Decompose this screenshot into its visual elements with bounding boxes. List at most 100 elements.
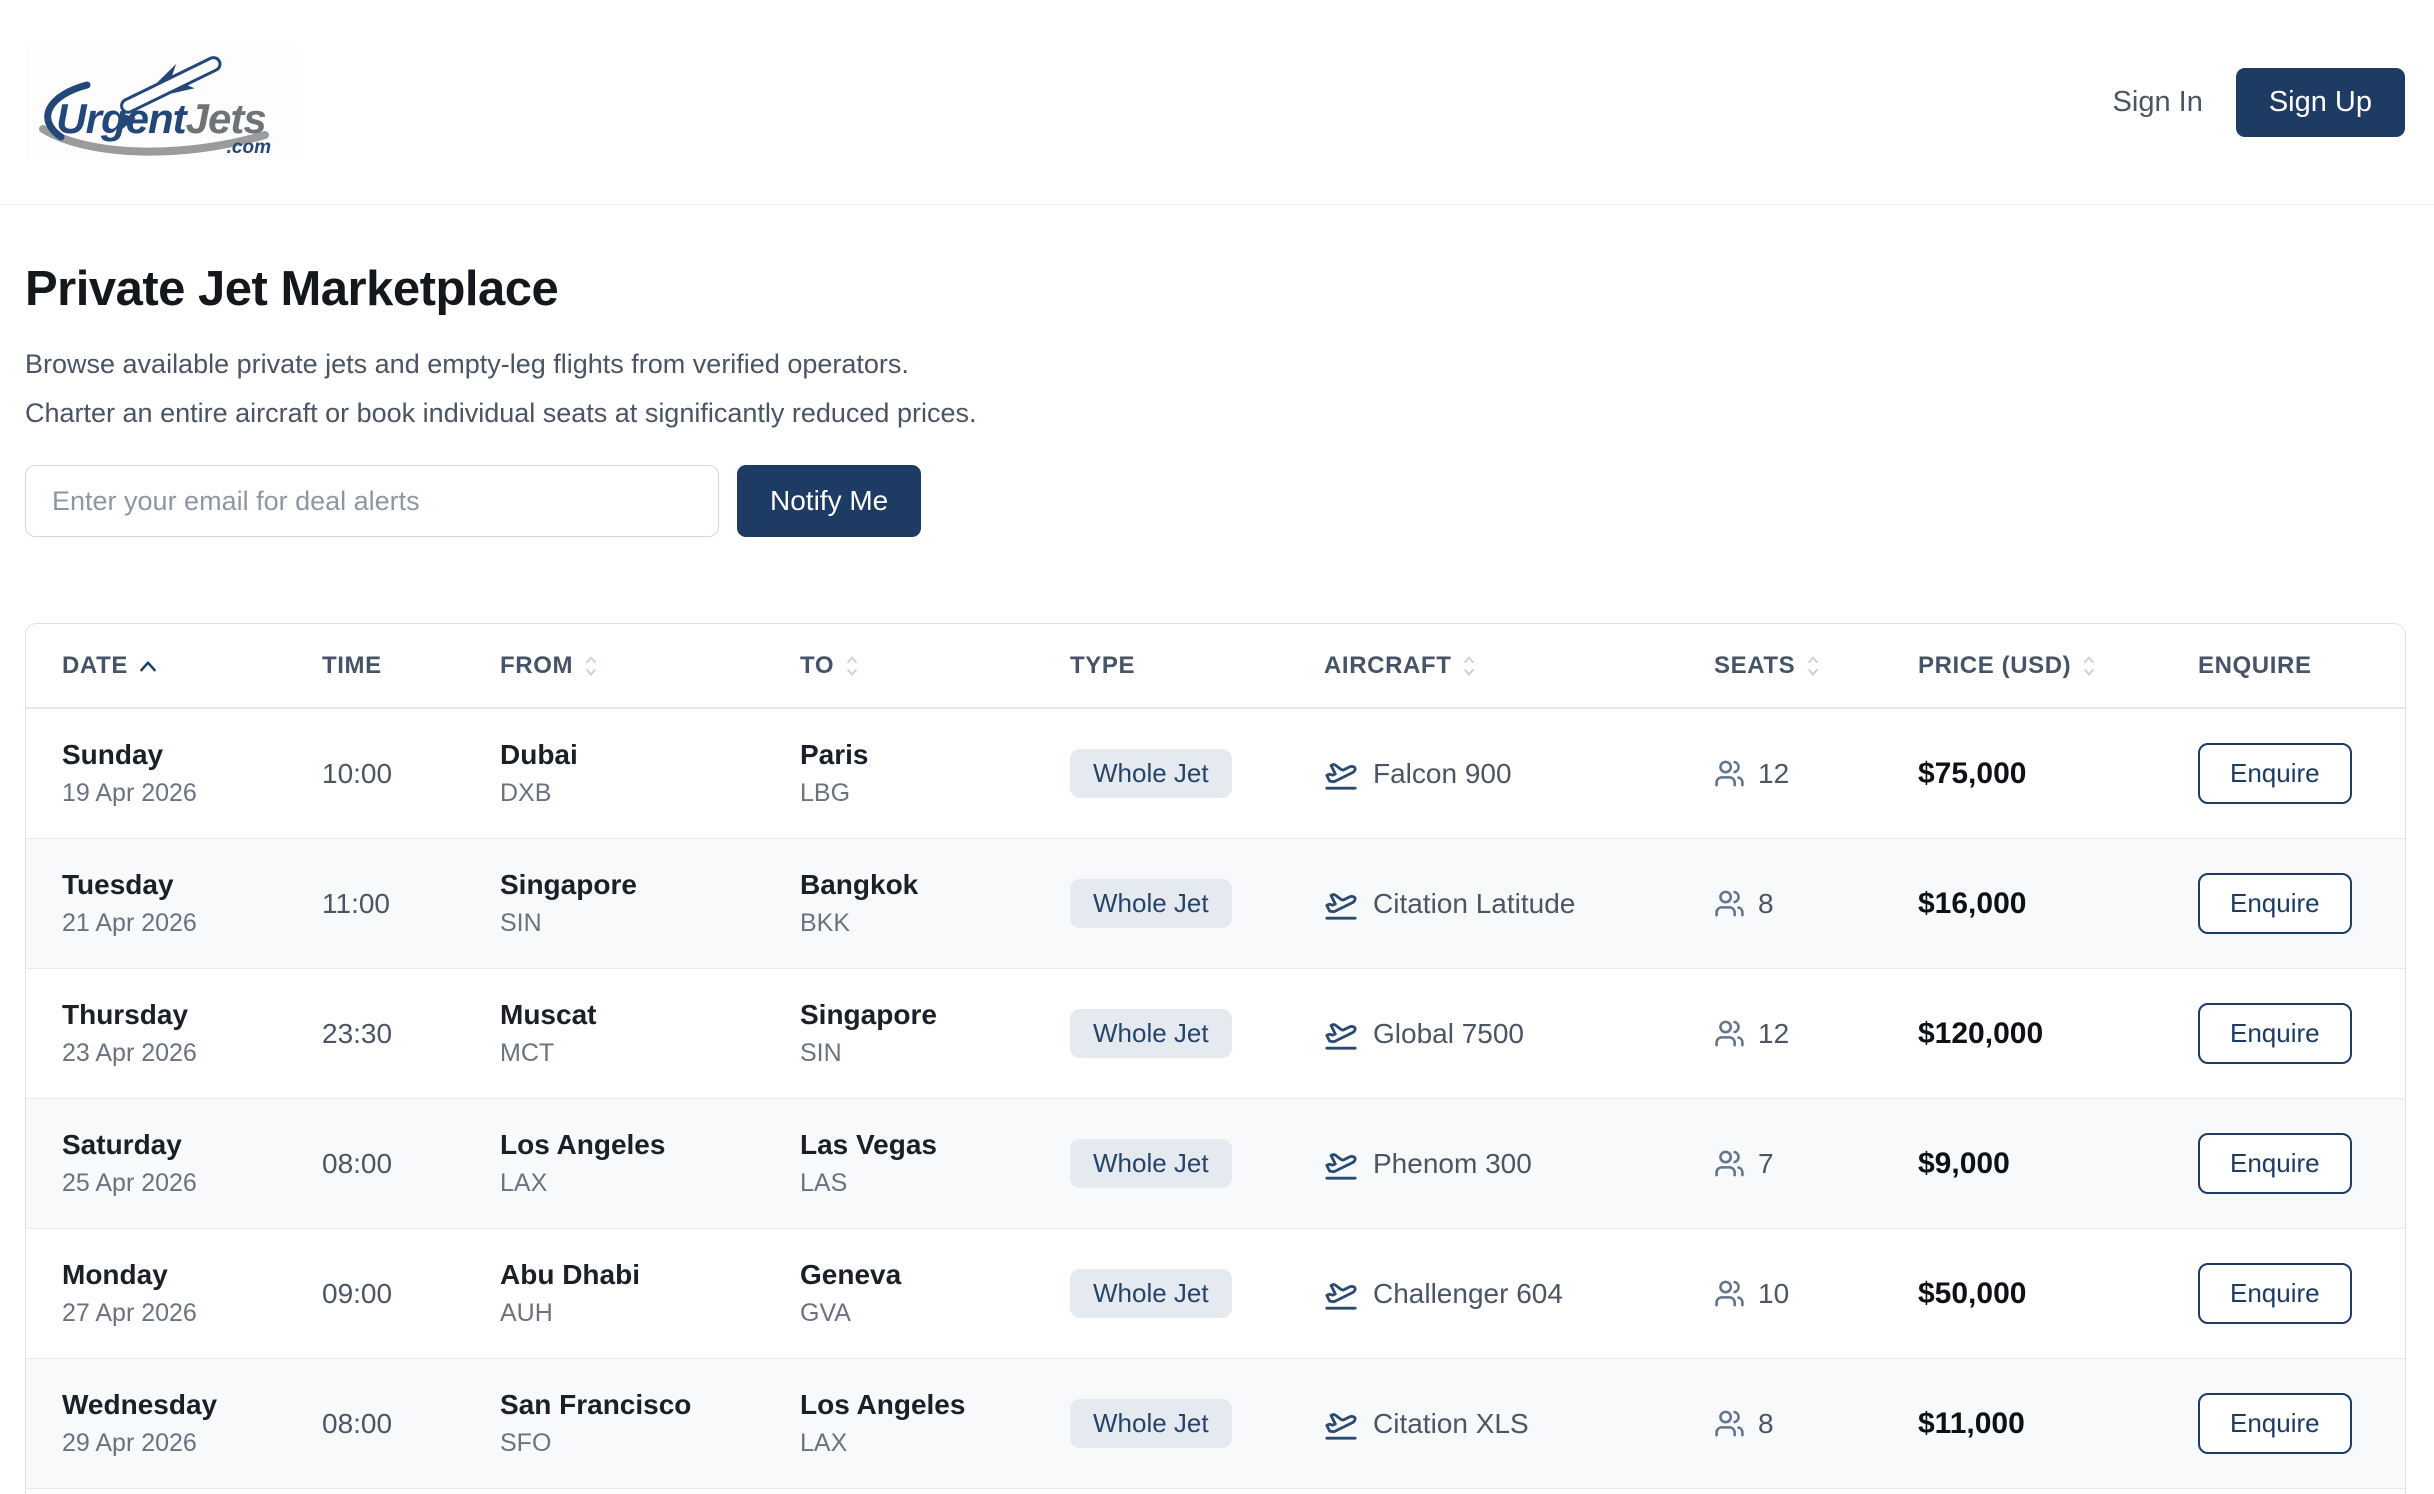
enquire-button[interactable]: Enquire [2198, 1263, 2352, 1324]
time-cell: 09:00 [322, 1278, 500, 1310]
column-label: ENQUIRE [2198, 652, 2312, 680]
notify-me-button[interactable]: Notify Me [737, 465, 921, 537]
column-label: TO [800, 652, 834, 680]
to-city: Bangkok [800, 869, 1070, 901]
seats-count: 10 [1758, 1278, 1789, 1310]
date-label: 25 Apr 2026 [62, 1169, 322, 1198]
flights-table: DATE TIME FROM TO TYPE AIRCRAFT [25, 623, 2406, 1494]
aircraft-cell: Falcon 900 [1324, 757, 1714, 791]
day-label: Saturday [62, 1129, 322, 1161]
seats-cell: 10 [1714, 1278, 1918, 1310]
table-row: Thursday 23 Apr 2026 23:30 Muscat MCT Si… [26, 969, 2405, 1099]
enquire-button[interactable]: Enquire [2198, 873, 2352, 934]
type-cell: Whole Jet [1070, 1269, 1324, 1318]
column-label: FROM [500, 652, 573, 680]
seats-count: 8 [1758, 888, 1774, 920]
to-code: SIN [800, 1039, 1070, 1068]
plane-takeoff-icon [1324, 1277, 1358, 1311]
to-cell: Geneva GVA [800, 1259, 1070, 1328]
enquire-button[interactable]: Enquire [2198, 1133, 2352, 1194]
column-header-aircraft[interactable]: AIRCRAFT [1324, 652, 1714, 680]
aircraft-name: Global 7500 [1373, 1018, 1524, 1050]
column-header-date[interactable]: DATE [62, 652, 322, 680]
day-label: Sunday [62, 739, 322, 771]
to-city: Geneva [800, 1259, 1070, 1291]
plane-takeoff-icon [1324, 757, 1358, 791]
seats-cell: 8 [1714, 1408, 1918, 1440]
column-header-to[interactable]: TO [800, 652, 1070, 680]
enquire-button[interactable]: Enquire [2198, 1003, 2352, 1064]
brand-logo[interactable]: UrgentJets .com [25, 45, 297, 159]
column-header-seats[interactable]: SEATS [1714, 652, 1918, 680]
to-cell: Singapore SIN [800, 999, 1070, 1068]
to-city: Los Angeles [800, 1389, 1070, 1421]
date-cell: Monday 27 Apr 2026 [62, 1259, 322, 1328]
date-cell: Thursday 23 Apr 2026 [62, 999, 322, 1068]
aircraft-name: Phenom 300 [1373, 1148, 1532, 1180]
from-code: SFO [500, 1429, 800, 1458]
users-icon [1714, 1148, 1745, 1179]
brand-name-primary: Urgent [56, 95, 185, 142]
from-cell: Dubai DXB [500, 739, 800, 808]
seats-cell: 12 [1714, 1018, 1918, 1050]
email-input[interactable] [25, 465, 719, 537]
enquire-cell: Enquire [2198, 1263, 2369, 1324]
date-label: 23 Apr 2026 [62, 1039, 322, 1068]
brand-wordmark: UrgentJets [56, 95, 265, 143]
table-row: Wednesday 29 Apr 2026 08:00 San Francisc… [26, 1359, 2405, 1489]
type-cell: Whole Jet [1070, 1399, 1324, 1448]
aircraft-cell: Citation Latitude [1324, 887, 1714, 921]
aircraft-name: Citation XLS [1373, 1408, 1529, 1440]
to-city: Paris [800, 739, 1070, 771]
to-city: Las Vegas [800, 1129, 1070, 1161]
date-cell: Tuesday 21 Apr 2026 [62, 869, 322, 938]
chevrons-up-down-icon [844, 653, 860, 679]
date-label: 27 Apr 2026 [62, 1299, 322, 1328]
from-code: AUH [500, 1299, 800, 1328]
brand-name-secondary: Jets [186, 95, 266, 142]
sign-in-link[interactable]: Sign In [2113, 86, 2203, 119]
date-label: 21 Apr 2026 [62, 909, 322, 938]
table-header: DATE TIME FROM TO TYPE AIRCRAFT [26, 624, 2405, 709]
enquire-button[interactable]: Enquire [2198, 1393, 2352, 1454]
enquire-cell: Enquire [2198, 1133, 2369, 1194]
day-label: Wednesday [62, 1389, 322, 1421]
price-cell: $9,000 [1918, 1147, 2198, 1181]
to-code: BKK [800, 909, 1070, 938]
email-signup-row: Notify Me [25, 465, 2406, 537]
sign-up-button[interactable]: Sign Up [2236, 68, 2405, 137]
chevrons-up-down-icon [2081, 653, 2097, 679]
table-filler [26, 1489, 2405, 1494]
date-cell: Saturday 25 Apr 2026 [62, 1129, 322, 1198]
plane-takeoff-icon [1324, 1017, 1358, 1051]
from-city: Abu Dhabi [500, 1259, 800, 1291]
subtitle-line-1: Browse available private jets and empty-… [25, 349, 2406, 380]
enquire-cell: Enquire [2198, 1003, 2369, 1064]
plane-takeoff-icon [1324, 887, 1358, 921]
aircraft-cell: Phenom 300 [1324, 1147, 1714, 1181]
column-header-from[interactable]: FROM [500, 652, 800, 680]
aircraft-cell: Global 7500 [1324, 1017, 1714, 1051]
from-cell: Los Angeles LAX [500, 1129, 800, 1198]
day-label: Monday [62, 1259, 322, 1291]
from-cell: Abu Dhabi AUH [500, 1259, 800, 1328]
column-header-type: TYPE [1070, 652, 1324, 680]
users-icon [1714, 758, 1745, 789]
to-cell: Las Vegas LAS [800, 1129, 1070, 1198]
date-label: 19 Apr 2026 [62, 779, 322, 808]
enquire-button[interactable]: Enquire [2198, 743, 2352, 804]
seats-cell: 8 [1714, 888, 1918, 920]
date-cell: Wednesday 29 Apr 2026 [62, 1389, 322, 1458]
subtitle-line-2: Charter an entire aircraft or book indiv… [25, 398, 2406, 429]
sort-asc-icon [138, 659, 158, 673]
column-header-price[interactable]: PRICE (USD) [1918, 652, 2198, 680]
from-code: LAX [500, 1169, 800, 1198]
users-icon [1714, 1278, 1745, 1309]
table-row: Saturday 25 Apr 2026 08:00 Los Angeles L… [26, 1099, 2405, 1229]
column-label: PRICE (USD) [1918, 652, 2071, 680]
type-badge: Whole Jet [1070, 1139, 1232, 1188]
type-cell: Whole Jet [1070, 1009, 1324, 1058]
table-row: Monday 27 Apr 2026 09:00 Abu Dhabi AUH G… [26, 1229, 2405, 1359]
aircraft-name: Falcon 900 [1373, 758, 1512, 790]
aircraft-cell: Citation XLS [1324, 1407, 1714, 1441]
